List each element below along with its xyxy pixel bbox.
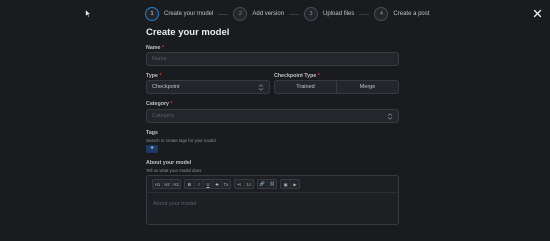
type-label-text: Type xyxy=(146,73,158,79)
format-group: B I U S Tx xyxy=(184,179,231,189)
name-placeholder: Name xyxy=(152,56,167,62)
type-label: Type * xyxy=(146,73,162,79)
step-connector xyxy=(289,13,300,15)
bullet-list-button[interactable]: •≡ xyxy=(235,180,244,188)
add-tag-button[interactable]: + xyxy=(146,145,158,153)
italic-button[interactable]: I xyxy=(194,180,203,188)
step-number: 1 xyxy=(145,7,159,21)
h1-button[interactable]: H1 xyxy=(153,180,162,188)
checkpoint-type-segmented-control: Trained Merge xyxy=(274,80,399,94)
required-mark: * xyxy=(170,101,173,107)
link-group: 🔗 ⛓ xyxy=(257,179,277,189)
step-create-post[interactable]: 4 Create a post xyxy=(374,7,429,21)
ordered-list-button[interactable]: 1≡ xyxy=(244,180,253,188)
step-connector xyxy=(218,13,229,15)
category-select[interactable]: Category xyxy=(146,109,399,123)
unlink-button[interactable]: ⛓ xyxy=(267,180,276,188)
step-create-model[interactable]: 1 Create your model xyxy=(145,7,213,21)
link-button[interactable]: 🔗 xyxy=(258,180,267,188)
category-label: Category * xyxy=(146,101,173,107)
about-editor[interactable]: H1 H2 H3 B I U S Tx •≡ 1≡ 🔗 ⛓ ▣ ▶ About … xyxy=(146,175,399,225)
heading-group: H1 H2 H3 xyxy=(152,179,181,189)
chevron-updown-icon xyxy=(387,113,393,120)
stepper: 1 Create your model 2 Add version 3 Uplo… xyxy=(145,6,429,22)
tags-description: Search or create tags for your model xyxy=(146,138,216,143)
about-description: Tell us what your model does xyxy=(146,168,202,173)
h3-button[interactable]: H3 xyxy=(171,180,180,188)
mouse-pointer-icon xyxy=(85,9,92,18)
checkpoint-type-label-text: Checkpoint Type xyxy=(274,73,317,79)
checkpoint-type-trained[interactable]: Trained xyxy=(275,81,336,93)
type-value: Checkpoint xyxy=(152,84,180,90)
step-label: Upload files xyxy=(323,11,355,17)
name-input[interactable]: Name xyxy=(146,52,399,66)
clear-format-button[interactable]: Tx xyxy=(221,180,230,188)
video-button[interactable]: ▶ xyxy=(290,180,299,188)
strikethrough-button[interactable]: S xyxy=(212,180,221,188)
required-mark: * xyxy=(317,73,320,79)
step-label: Create your model xyxy=(164,11,214,17)
step-upload-files[interactable]: 3 Upload files xyxy=(304,7,354,21)
close-icon xyxy=(533,9,541,17)
bold-button[interactable]: B xyxy=(185,180,194,188)
name-label: Name * xyxy=(146,45,164,51)
category-placeholder: Category xyxy=(152,113,175,119)
step-number: 3 xyxy=(304,7,319,21)
checkpoint-type-merge[interactable]: Merge xyxy=(336,81,398,93)
create-model-page: 1 Create your model 2 Add version 3 Uplo… xyxy=(0,0,550,241)
media-group: ▣ ▶ xyxy=(280,179,300,189)
editor-divider xyxy=(147,192,398,193)
step-label: Create a post xyxy=(393,11,430,17)
step-add-version[interactable]: 2 Add version xyxy=(233,7,284,21)
close-button[interactable] xyxy=(530,6,544,20)
list-group: •≡ 1≡ xyxy=(234,179,254,189)
required-mark: * xyxy=(161,45,164,51)
category-label-text: Category xyxy=(146,101,169,107)
step-connector xyxy=(359,13,370,15)
underline-button[interactable]: U xyxy=(203,180,212,188)
tags-label: Tags xyxy=(146,130,158,136)
required-mark: * xyxy=(159,73,162,79)
chevron-updown-icon xyxy=(258,84,264,91)
step-number: 4 xyxy=(374,7,389,21)
about-placeholder: About your model xyxy=(153,201,197,207)
type-select[interactable]: Checkpoint xyxy=(146,80,270,94)
step-number: 2 xyxy=(233,7,248,21)
checkpoint-type-label: Checkpoint Type * xyxy=(274,73,320,79)
h2-button[interactable]: H2 xyxy=(162,180,171,188)
step-label: Add version xyxy=(252,11,285,17)
page-title: Create your model xyxy=(146,27,230,38)
editor-toolbar: H1 H2 H3 B I U S Tx •≡ 1≡ 🔗 ⛓ ▣ ▶ xyxy=(149,178,396,190)
image-button[interactable]: ▣ xyxy=(281,180,290,188)
about-label: About your model xyxy=(146,160,192,166)
name-label-text: Name xyxy=(146,45,161,51)
